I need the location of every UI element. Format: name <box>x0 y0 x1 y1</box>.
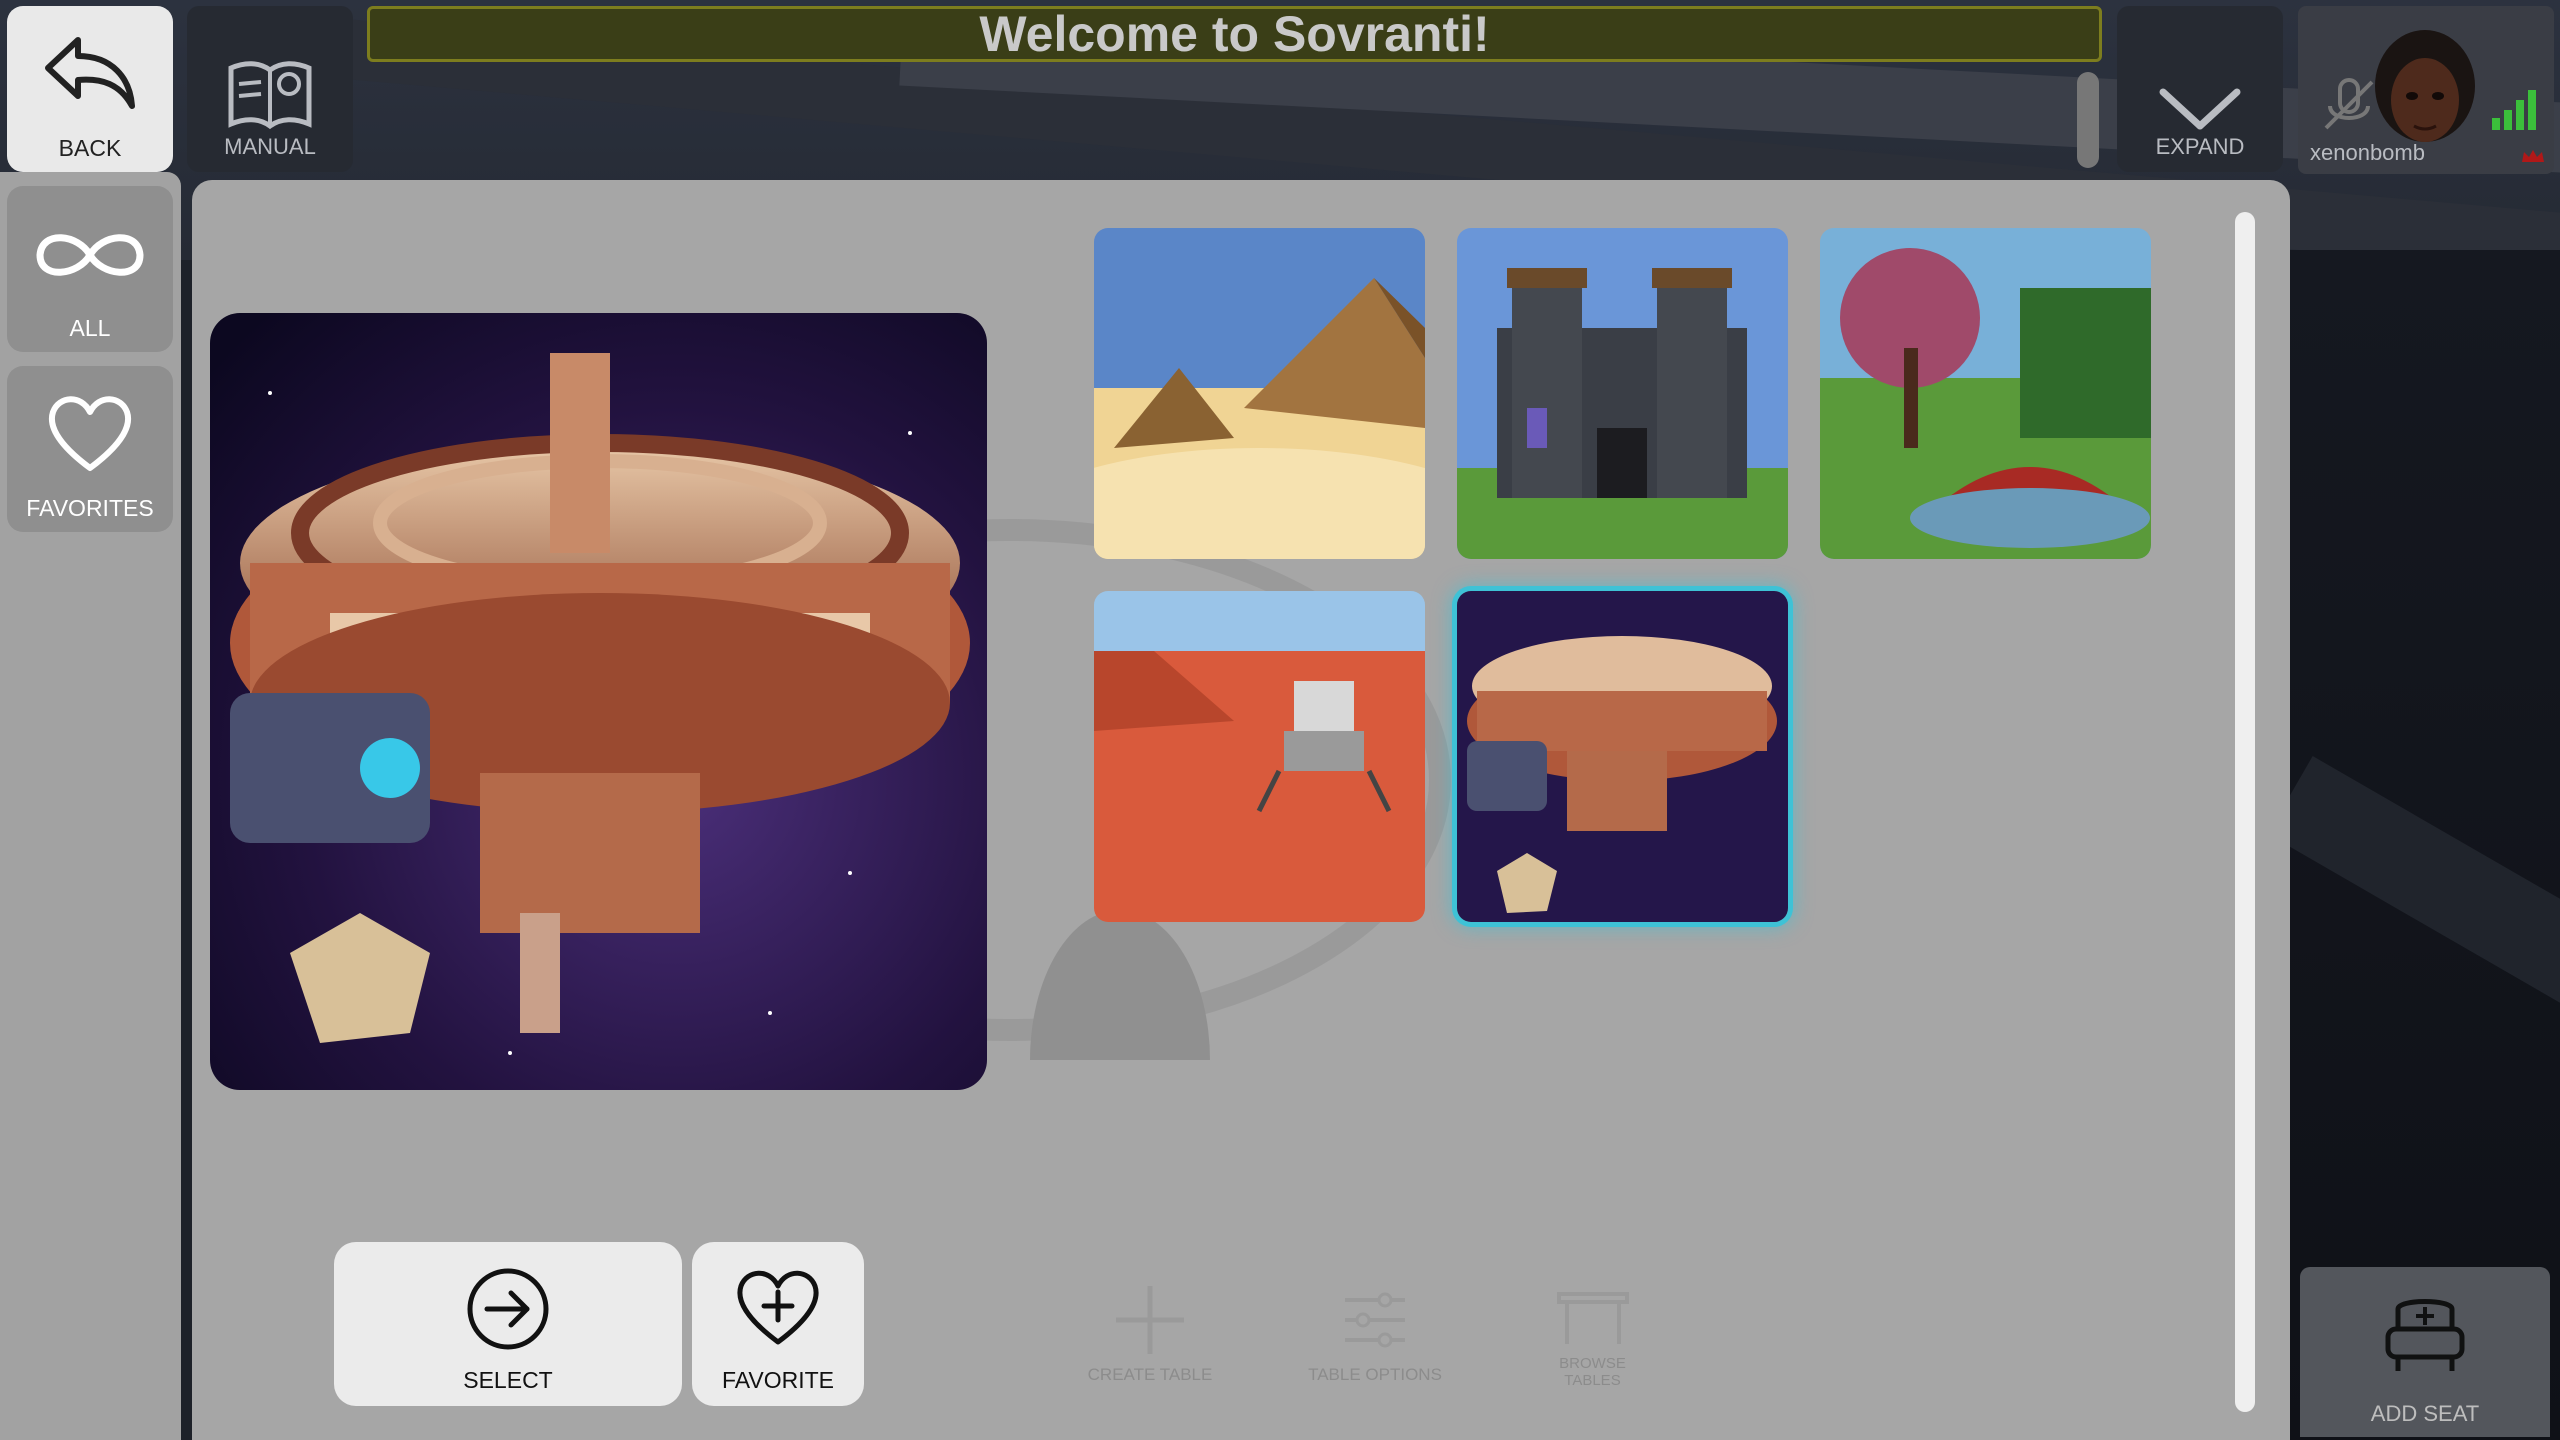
welcome-title-text: Welcome to Sovranti! <box>979 6 1490 62</box>
env-thumb-space-station[interactable] <box>1457 591 1788 922</box>
create-table-ghost: CREATE TABLE <box>1080 1280 1220 1385</box>
select-label: SELECT <box>463 1367 553 1393</box>
manual-label: MANUAL <box>224 134 316 159</box>
favorite-button[interactable]: FAVORITE <box>692 1242 864 1406</box>
browse-tables-ghost: BROWSE TABLES <box>1540 1280 1645 1389</box>
table-icon <box>1556 1292 1629 1344</box>
back-button[interactable]: BACK <box>7 6 173 172</box>
environment-preview <box>210 313 987 1090</box>
env-thumb-garden[interactable] <box>1820 228 2151 559</box>
favorite-label: FAVORITE <box>721 1367 835 1393</box>
filter-all-label: ALL <box>69 315 111 341</box>
title-scroll-handle[interactable] <box>2077 72 2099 168</box>
signal-bars-icon <box>2492 90 2536 130</box>
infinity-icon <box>36 234 144 276</box>
crown-icon <box>2522 150 2544 162</box>
welcome-title: Welcome to Sovranti! <box>367 6 2102 62</box>
create-table-label: CREATE TABLE <box>1087 1365 1213 1384</box>
user-name: xenonbomb <box>2310 140 2425 165</box>
add-seat-button[interactable]: ADD SEAT <box>2300 1267 2550 1437</box>
heart-icon <box>49 396 131 471</box>
chevron-down-icon <box>2159 88 2241 130</box>
manual-button[interactable]: MANUAL <box>187 6 353 172</box>
manual-book-icon <box>228 61 312 130</box>
armchair-plus-icon <box>2385 1299 2465 1371</box>
env-thumb-pyramids[interactable] <box>1094 228 1425 559</box>
expand-label: EXPAND <box>2155 134 2245 159</box>
left-rail <box>0 172 181 1440</box>
expand-button[interactable]: EXPAND <box>2117 6 2283 172</box>
select-button[interactable]: SELECT <box>334 1242 682 1406</box>
table-options-label: TABLE OPTIONS <box>1308 1365 1442 1384</box>
panel-scrollbar[interactable] <box>2235 212 2255 1412</box>
env-thumb-castle[interactable] <box>1457 228 1788 559</box>
plus-icon <box>1116 1286 1184 1354</box>
sliders-icon <box>1345 1292 1405 1348</box>
heart-plus-icon <box>737 1270 819 1345</box>
browse-tables-label: BROWSE TABLES <box>1559 1355 1626 1389</box>
back-label: BACK <box>58 135 122 161</box>
add-seat-label: ADD SEAT <box>2370 1401 2480 1426</box>
filter-favorites-label: FAVORITES <box>26 495 154 521</box>
arrow-right-circle-icon <box>467 1268 549 1350</box>
env-thumb-mars-lander[interactable] <box>1094 591 1425 922</box>
user-card[interactable]: xenonbomb <box>2298 6 2554 174</box>
back-arrow-icon <box>45 37 135 109</box>
filter-favorites-button[interactable]: FAVORITES <box>7 366 173 532</box>
filter-all-button[interactable]: ALL <box>7 186 173 352</box>
table-options-ghost: TABLE OPTIONS <box>1300 1280 1450 1385</box>
